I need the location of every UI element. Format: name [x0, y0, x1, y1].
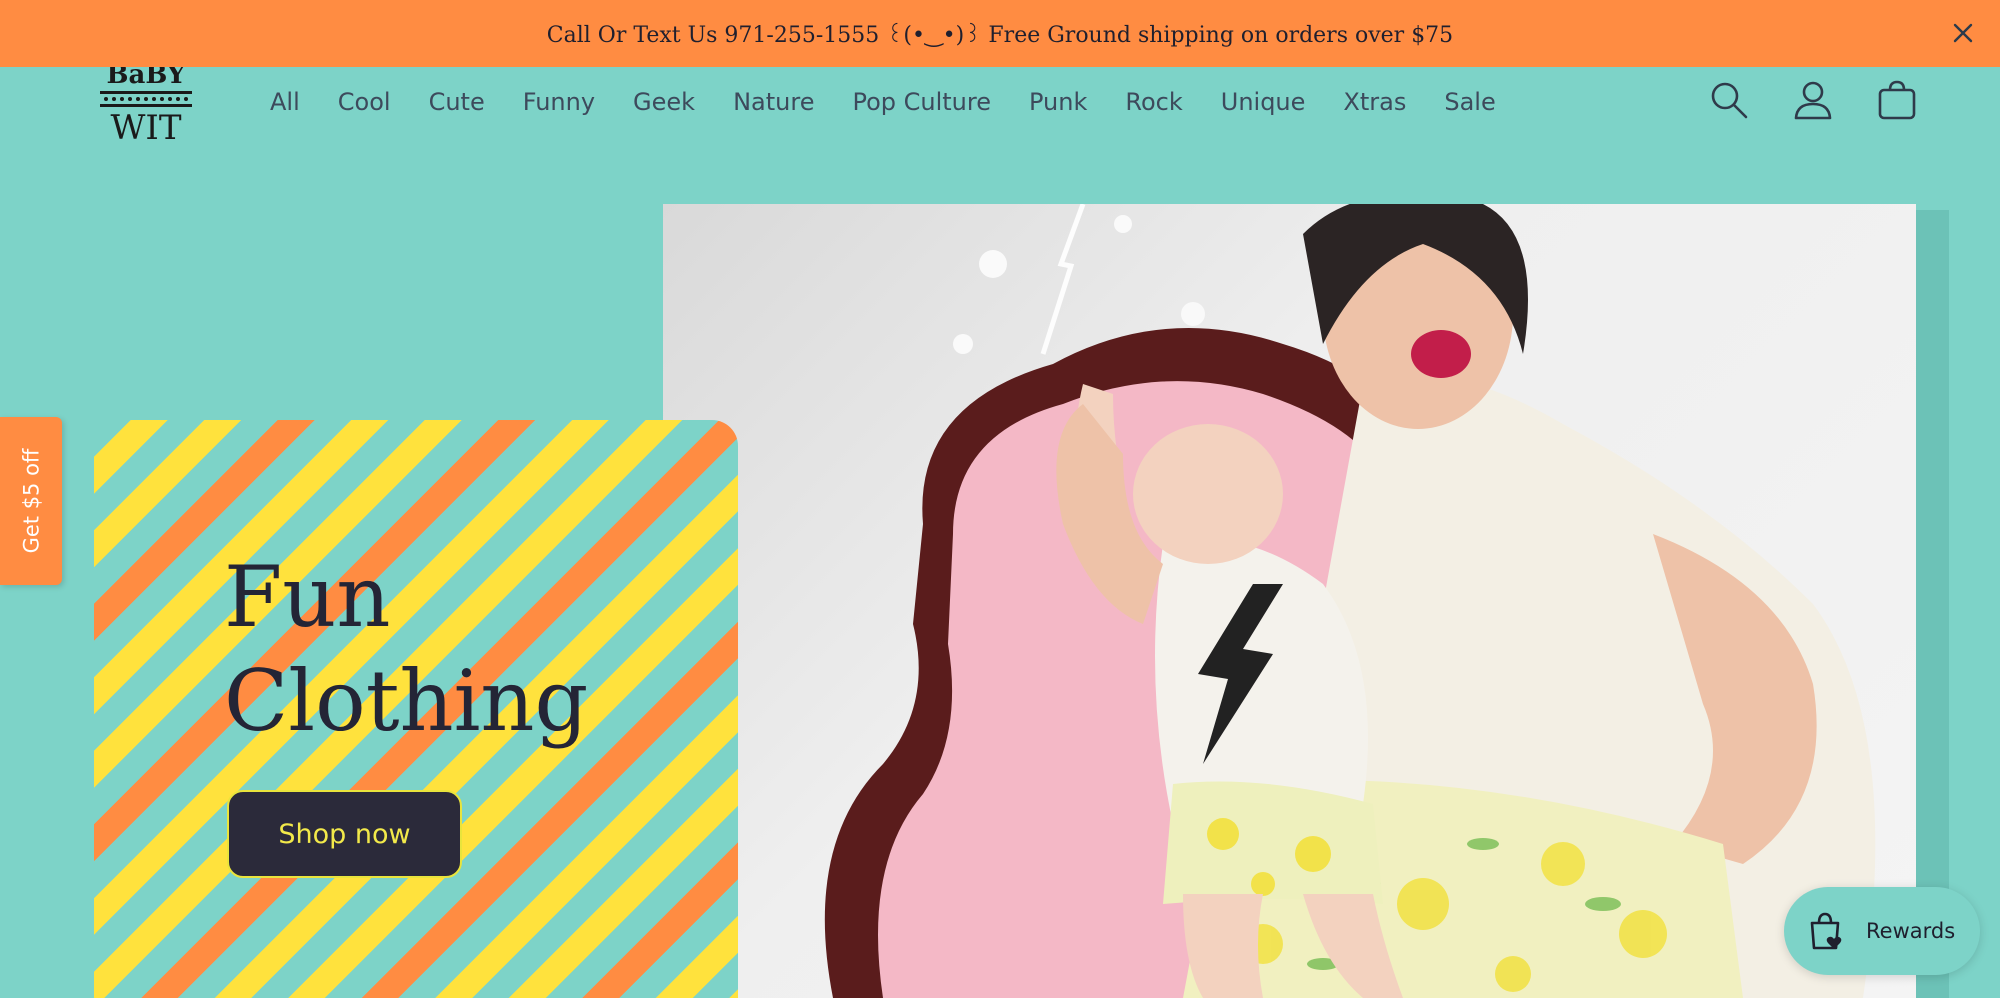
nav-item-cute[interactable]: Cute	[429, 88, 485, 116]
announcement-text: Call Or Text Us 971-255-1555 ꒰(•‿•)꒱ Fre…	[546, 23, 1454, 48]
promo-title-line1: Fun	[224, 548, 391, 646]
hero-illustration	[824, 204, 1876, 998]
hero-photo	[663, 204, 1916, 998]
nav-item-geek[interactable]: Geek	[633, 88, 695, 116]
header-icons	[1704, 75, 1922, 125]
nav-item-funny[interactable]: Funny	[523, 88, 595, 116]
rewards-button[interactable]: Rewards	[1784, 887, 1980, 975]
site-header: BaBY WIT All Cool Cute Funny Geek Nature…	[0, 60, 2000, 162]
main-nav: All Cool Cute Funny Geek Nature Pop Cult…	[254, 67, 1515, 137]
announcement-bar: Call Or Text Us 971-255-1555 ꒰(•‿•)꒱ Fre…	[0, 0, 2000, 67]
promo-card: Fun Clothing Shop now	[94, 420, 738, 998]
nav-item-xtras[interactable]: Xtras	[1343, 88, 1406, 116]
nav-item-rock[interactable]: Rock	[1125, 88, 1182, 116]
search-button[interactable]	[1704, 75, 1754, 125]
shop-now-button[interactable]: Shop now	[227, 790, 462, 878]
brand-logo[interactable]: BaBY WIT	[96, 60, 196, 148]
nav-item-punk[interactable]: Punk	[1029, 88, 1087, 116]
shopping-bag-heart-icon	[1810, 912, 1842, 950]
close-announcement-button[interactable]	[1944, 14, 1982, 52]
account-button[interactable]	[1788, 75, 1838, 125]
nav-item-sale[interactable]: Sale	[1444, 88, 1495, 116]
nav-item-nature[interactable]: Nature	[733, 88, 814, 116]
nav-item-unique[interactable]: Unique	[1221, 88, 1306, 116]
nav-item-pop-culture[interactable]: Pop Culture	[852, 88, 991, 116]
nav-item-all[interactable]: All	[270, 88, 300, 116]
logo-line1: BaBY	[107, 67, 186, 90]
cart-button[interactable]	[1872, 75, 1922, 125]
get-discount-tab[interactable]: Get $5 off	[0, 417, 62, 585]
search-icon	[1711, 82, 1748, 119]
promo-title: Fun Clothing	[224, 545, 588, 753]
get-discount-label: Get $5 off	[19, 448, 44, 554]
account-icon	[1794, 81, 1832, 120]
promo-title-line2: Clothing	[224, 652, 589, 750]
rewards-label: Rewards	[1866, 919, 1956, 943]
logo-line2: WIT	[110, 108, 181, 143]
close-icon	[1953, 23, 1973, 43]
cart-icon	[1878, 80, 1916, 120]
nav-item-cool[interactable]: Cool	[338, 88, 391, 116]
